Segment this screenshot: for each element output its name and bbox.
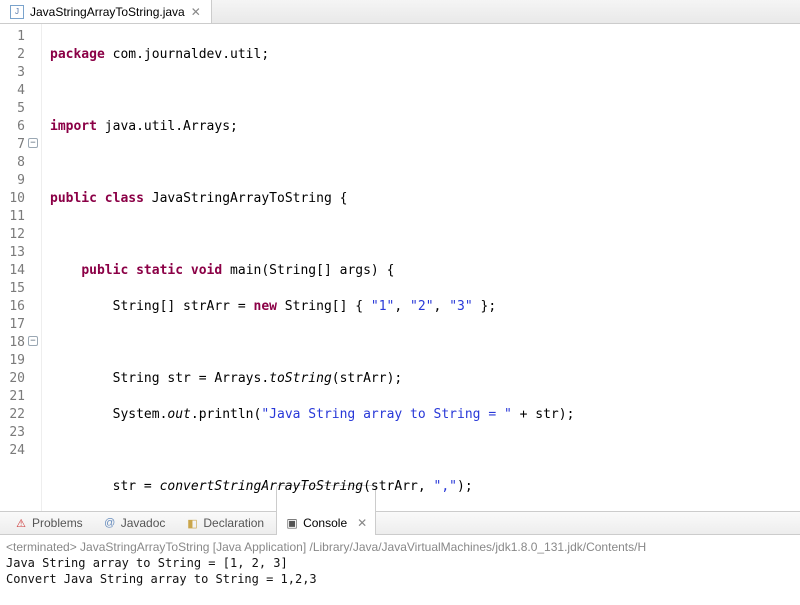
line-number: 2 [0, 46, 39, 64]
line-number: 3 [0, 64, 39, 82]
line-number: 24 [0, 442, 39, 460]
tab-javadoc[interactable]: @ Javadoc [95, 514, 174, 532]
line-number: 6 [0, 118, 39, 136]
editor-tab-label: JavaStringArrayToString.java [30, 5, 185, 19]
line-number-gutter: 1 2 3 4 5 6 7− 8 9 10 11 12 13 14 15 16 … [0, 24, 42, 511]
editor-tab[interactable]: JavaStringArrayToString.java ✕ [0, 0, 212, 23]
tab-label: Console [303, 516, 347, 530]
tab-declaration[interactable]: ◧ Declaration [177, 514, 272, 532]
line-number: 12 [0, 226, 39, 244]
line-number: 23 [0, 424, 39, 442]
line-number: 13 [0, 244, 39, 262]
line-number: 1 [0, 28, 39, 46]
line-number: 15 [0, 280, 39, 298]
fold-toggle-icon[interactable]: − [28, 138, 38, 148]
code-content[interactable]: package com.journaldev.util; import java… [42, 24, 800, 511]
java-file-icon [10, 5, 24, 19]
line-number: 16 [0, 298, 39, 316]
console-output-line: Java String array to String = [1, 2, 3] [6, 555, 794, 571]
bottom-view-tabs: ⚠ Problems @ Javadoc ◧ Declaration ▣ Con… [0, 511, 800, 535]
close-icon[interactable]: ✕ [191, 5, 201, 19]
line-number: 20 [0, 370, 39, 388]
tab-label: Javadoc [121, 516, 166, 530]
line-number: 17 [0, 316, 39, 334]
line-number: 14 [0, 262, 39, 280]
line-number: 9 [0, 172, 39, 190]
tab-label: Problems [32, 516, 83, 530]
line-number: 19 [0, 352, 39, 370]
line-number: 5 [0, 100, 39, 118]
javadoc-icon: @ [103, 516, 117, 530]
console-header: <terminated> JavaStringArrayToString [Ja… [6, 539, 794, 555]
code-editor[interactable]: 1 2 3 4 5 6 7− 8 9 10 11 12 13 14 15 16 … [0, 24, 800, 511]
line-number: 4 [0, 82, 39, 100]
editor-tab-bar: JavaStringArrayToString.java ✕ [0, 0, 800, 24]
fold-toggle-icon[interactable]: − [28, 336, 38, 346]
problems-icon: ⚠ [14, 516, 28, 530]
line-number: 21 [0, 388, 39, 406]
line-number: 8 [0, 154, 39, 172]
line-number: 7− [0, 136, 39, 154]
tab-label: Declaration [203, 516, 264, 530]
declaration-icon: ◧ [185, 516, 199, 530]
close-icon[interactable]: ✕ [357, 516, 367, 530]
console-output-line: Convert Java String array to String = 1,… [6, 571, 794, 587]
console-view: <terminated> JavaStringArrayToString [Ja… [0, 535, 800, 605]
line-number: 11 [0, 208, 39, 226]
line-number: 10 [0, 190, 39, 208]
line-number: 18− [0, 334, 39, 352]
line-number: 22 [0, 406, 39, 424]
tab-problems[interactable]: ⚠ Problems [6, 514, 91, 532]
